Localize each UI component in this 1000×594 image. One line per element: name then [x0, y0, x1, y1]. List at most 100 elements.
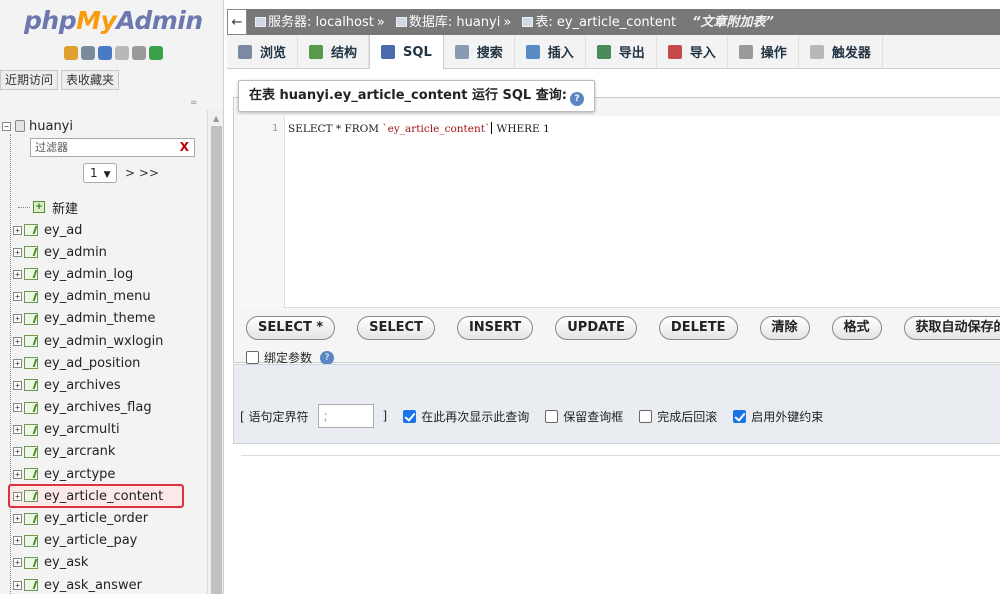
sql-editor[interactable]: 1 SELECT * FROM `ey_article_content` WHE…: [238, 116, 1000, 308]
breadcrumb-table[interactable]: 表: ey_article_content: [535, 15, 676, 30]
show-query-again-checkbox[interactable]: [403, 409, 417, 423]
table-name[interactable]: ey_ask_answer: [44, 578, 142, 593]
table-structure-icon[interactable]: [24, 268, 38, 281]
table-name[interactable]: ey_arctype: [44, 467, 115, 482]
expand-icon[interactable]: +: [13, 491, 22, 501]
expand-icon[interactable]: +: [13, 514, 22, 524]
table-structure-icon[interactable]: [24, 490, 38, 503]
table-node[interactable]: + ey_arcrank: [13, 441, 207, 463]
table-name[interactable]: ey_archives_flag: [44, 400, 152, 415]
query-button[interactable]: SELECT *: [246, 316, 336, 340]
table-node[interactable]: + ey_admin: [13, 241, 207, 263]
table-name[interactable]: ey_admin_log: [44, 267, 133, 282]
expand-icon[interactable]: +: [13, 425, 22, 435]
table-name[interactable]: ey_admin_menu: [44, 289, 151, 304]
sql-code[interactable]: SELECT * FROM `ey_article_content` WHERE…: [288, 122, 550, 135]
help-icon[interactable]: [98, 46, 112, 60]
link-icon[interactable]: ∞: [190, 98, 198, 108]
table-structure-icon[interactable]: [24, 556, 38, 569]
expand-icon[interactable]: +: [13, 558, 22, 568]
scroll-up-icon[interactable]: ▲: [213, 114, 219, 123]
home-icon[interactable]: [64, 46, 78, 60]
tab-triggers[interactable]: 触发器: [799, 35, 883, 68]
tab-browse[interactable]: 浏览: [227, 35, 299, 68]
phpmyadmin-logo[interactable]: phpMyAdmin: [24, 6, 203, 35]
collapse-icon[interactable]: −: [2, 121, 11, 131]
table-structure-icon[interactable]: [24, 246, 38, 259]
table-node[interactable]: + ey_archives_flag: [13, 397, 207, 419]
table-name[interactable]: ey_admin_theme: [44, 311, 155, 326]
rollback-checkbox[interactable]: [639, 409, 653, 423]
tab-import[interactable]: 导入: [657, 35, 728, 68]
table-structure-icon[interactable]: [24, 312, 38, 325]
foreign-keys-checkbox[interactable]: [733, 409, 747, 423]
table-structure-icon[interactable]: [24, 224, 38, 237]
table-structure-icon[interactable]: [24, 534, 38, 547]
tab-wrench[interactable]: 操作: [728, 35, 799, 68]
table-structure-icon[interactable]: [24, 357, 38, 370]
expand-icon[interactable]: +: [13, 358, 22, 368]
keep-query-box-checkbox[interactable]: [545, 409, 559, 423]
bind-parameters-checkbox[interactable]: [246, 351, 259, 364]
tab-sql[interactable]: SQL: [369, 35, 444, 69]
table-name[interactable]: ey_arcrank: [44, 444, 115, 459]
page-select[interactable]: 1 ▼: [83, 163, 117, 183]
table-node[interactable]: + ey_admin_theme: [13, 308, 207, 330]
breadcrumb-server[interactable]: 服务器: localhost: [268, 15, 374, 30]
table-structure-icon[interactable]: [24, 401, 38, 414]
table-node[interactable]: + ey_admin_menu: [13, 286, 207, 308]
expand-icon[interactable]: +: [13, 336, 22, 346]
table-name[interactable]: ey_article_pay: [44, 533, 137, 548]
table-name[interactable]: ey_admin_wxlogin: [44, 334, 163, 349]
expand-icon[interactable]: +: [13, 247, 22, 257]
table-structure-icon[interactable]: [24, 512, 38, 525]
database-node[interactable]: − huanyi: [2, 117, 73, 135]
settings-icon[interactable]: [132, 46, 146, 60]
table-node[interactable]: + ey_archives: [13, 374, 207, 396]
new-table-label[interactable]: 新建: [52, 198, 78, 217]
table-node[interactable]: + ey_arctype: [13, 463, 207, 485]
table-name[interactable]: ey_article_order: [44, 511, 148, 526]
table-name[interactable]: ey_arcmulti: [44, 422, 120, 437]
table-node[interactable]: + ey_ad: [13, 219, 207, 241]
next-page-link[interactable]: > >>: [125, 166, 159, 180]
query-button[interactable]: 格式: [831, 316, 882, 340]
nav-scrollbar[interactable]: ▲: [207, 110, 223, 594]
table-name[interactable]: ey_archives: [44, 378, 121, 393]
expand-icon[interactable]: +: [13, 447, 22, 457]
table-filter-input[interactable]: 过滤器 X: [30, 138, 195, 157]
expand-icon[interactable]: +: [13, 380, 22, 390]
table-node[interactable]: + ey_arcmulti: [13, 419, 207, 441]
help-icon[interactable]: ?: [569, 92, 584, 106]
favorites-tab[interactable]: 表收藏夹: [61, 70, 120, 90]
query-button[interactable]: INSERT: [456, 316, 534, 340]
query-button[interactable]: 获取自动保存的查询: [903, 316, 1000, 340]
tab-structure[interactable]: 结构: [298, 35, 370, 68]
expand-icon[interactable]: +: [13, 469, 22, 479]
database-name[interactable]: huanyi: [29, 119, 73, 134]
expand-icon[interactable]: +: [13, 536, 22, 546]
tab-search[interactable]: 搜索: [444, 35, 515, 68]
table-structure-icon[interactable]: [24, 445, 38, 458]
table-node[interactable]: + ey_article_order: [13, 507, 207, 529]
table-structure-icon[interactable]: [24, 379, 38, 392]
scroll-thumb[interactable]: [211, 126, 222, 594]
table-node[interactable]: + ey_article_pay: [13, 530, 207, 552]
table-structure-icon[interactable]: [24, 290, 38, 303]
query-button[interactable]: SELECT: [357, 316, 435, 340]
table-name[interactable]: ey_ad_position: [44, 356, 140, 371]
breadcrumb-database[interactable]: 数据库: huanyi: [409, 15, 501, 30]
query-button[interactable]: DELETE: [658, 316, 738, 340]
expand-icon[interactable]: +: [13, 225, 22, 235]
table-name[interactable]: ey_article_content: [44, 489, 163, 504]
table-name[interactable]: ey_ask: [44, 555, 88, 570]
table-node[interactable]: + ey_ask_answer: [13, 574, 207, 594]
table-structure-icon[interactable]: [24, 335, 38, 348]
expand-icon[interactable]: +: [13, 292, 22, 302]
recent-tab[interactable]: 近期访问: [0, 70, 59, 90]
clear-filter-icon[interactable]: X: [180, 139, 189, 156]
tab-export[interactable]: 导出: [586, 35, 657, 68]
expand-icon[interactable]: +: [13, 314, 22, 324]
docs-icon[interactable]: [115, 46, 129, 60]
table-node[interactable]: + ey_article_content: [8, 484, 184, 509]
